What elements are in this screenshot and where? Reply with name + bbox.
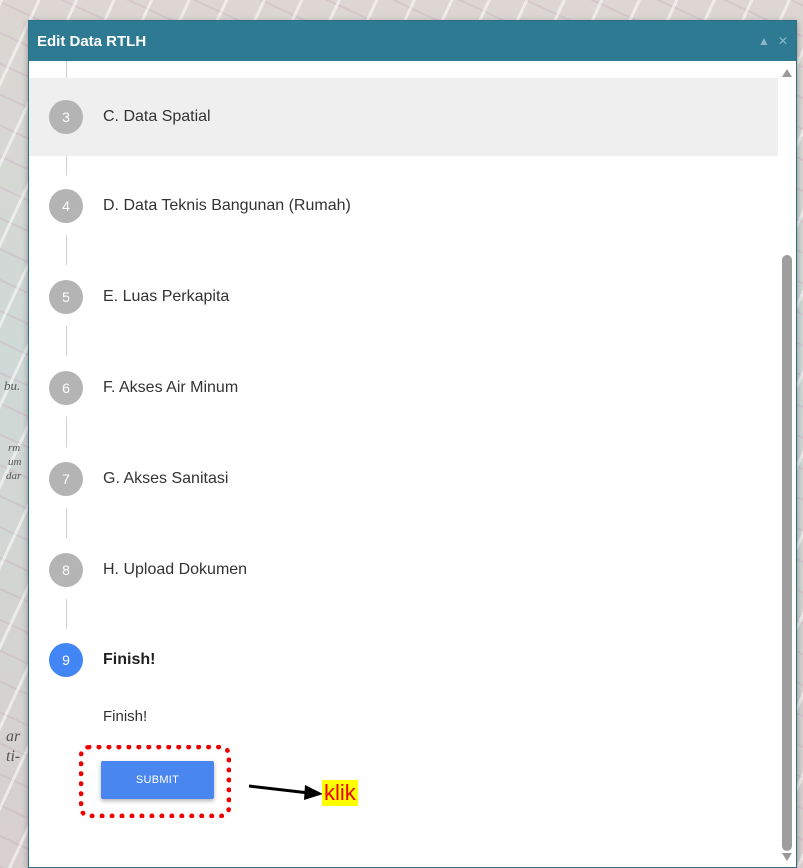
scroll-down-arrow-icon[interactable] [782, 853, 792, 861]
step-label: H. Upload Dokumen [103, 561, 248, 578]
map-label: rm [8, 442, 21, 454]
step-number-badge: 4 [49, 189, 83, 223]
step-akses-sanitasi[interactable]: 7 G. Akses Sanitasi [29, 440, 778, 518]
map-label: ar [6, 728, 21, 745]
step-number-badge: 9 [49, 643, 83, 677]
step-label: D. Data Teknis Bangunan (Rumah) [103, 197, 351, 214]
step-label: C. Data Spatial [103, 108, 211, 125]
step-label: Finish! [103, 651, 156, 668]
dialog-header: Edit Data RTLH ▲ ✕ [29, 21, 796, 61]
step-teknis-bangunan[interactable]: 4 D. Data Teknis Bangunan (Rumah) [29, 167, 778, 245]
step-number-badge: 6 [49, 371, 83, 405]
map-label: bu. [4, 378, 21, 393]
klik-annotation: klik [322, 780, 358, 806]
scrollbar[interactable] [778, 61, 796, 867]
map-label: ti- [6, 748, 21, 765]
scroll-thumb[interactable] [782, 255, 792, 851]
header-controls: ▲ ✕ [758, 34, 788, 48]
step-label: G. Akses Sanitasi [103, 470, 229, 487]
dialog-title: Edit Data RTLH [37, 32, 147, 50]
step-label: E. Luas Perkapita [103, 288, 230, 305]
step-number-badge: 7 [49, 462, 83, 496]
step-label: F. Akses Air Minum [103, 379, 239, 396]
step-number-badge: 3 [49, 100, 83, 134]
step-spatial[interactable]: 3 C. Data Spatial [29, 78, 778, 156]
map-label: dar [6, 470, 22, 482]
step-number-badge: 5 [49, 280, 83, 314]
finish-message: Finish! [103, 708, 148, 725]
submit-highlight-box [79, 745, 231, 818]
step-akses-air-minum[interactable]: 6 F. Akses Air Minum [29, 349, 778, 427]
step-number-badge: 8 [49, 553, 83, 587]
close-icon[interactable]: ✕ [778, 34, 788, 48]
collapse-icon[interactable]: ▲ [758, 34, 770, 48]
scroll-up-arrow-icon[interactable] [782, 69, 792, 77]
step-upload-dokumen[interactable]: 8 H. Upload Dokumen [29, 531, 778, 609]
map-label: um [8, 456, 22, 468]
step-finish[interactable]: 9 Finish! [29, 621, 778, 699]
step-luas-perkapita[interactable]: 5 E. Luas Perkapita [29, 258, 778, 336]
step-connector [66, 61, 67, 79]
edit-data-dialog: Edit Data RTLH ▲ ✕ 3 C. Data Spatial 4 D… [28, 20, 797, 868]
